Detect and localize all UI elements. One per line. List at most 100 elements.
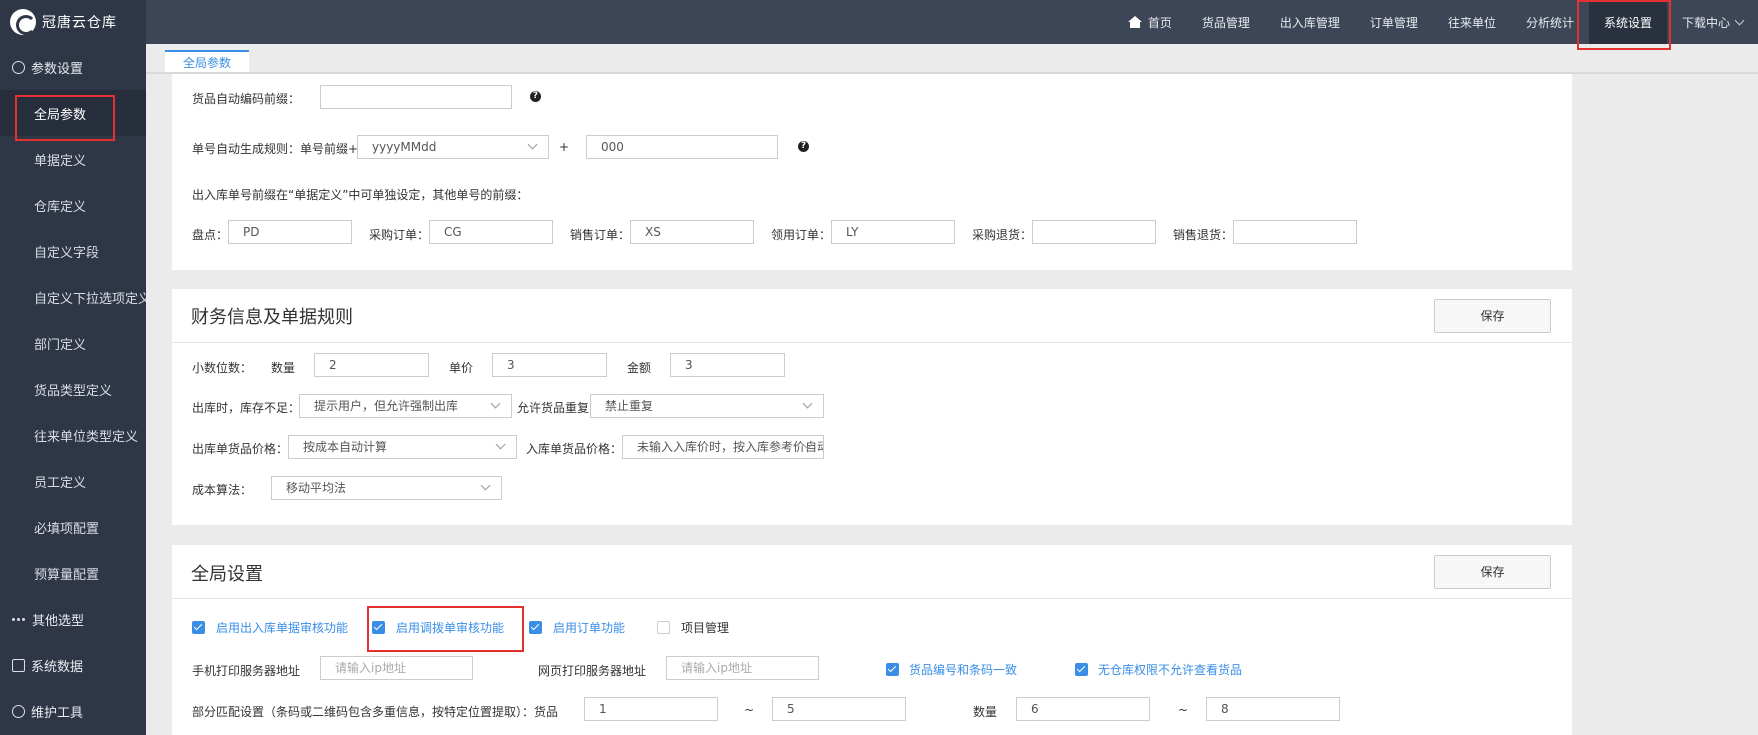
sidebar-group-other[interactable]: 其他选型	[0, 596, 146, 642]
tab-bar: 全局参数	[165, 50, 250, 72]
out-price-select[interactable]: 按成本自动计算	[288, 435, 517, 459]
prefix-panel: 货品自动编码前缀： ? 单号自动生成规则：单号前缀+ yyyyMMdd + 00…	[172, 74, 1572, 270]
logo[interactable]: 冠唐云仓库	[0, 0, 146, 44]
qty-decimals-label: 数量	[271, 361, 296, 375]
help-icon[interactable]: ?	[798, 141, 809, 152]
qty-to-input[interactable]: 8	[1206, 697, 1340, 721]
home-icon	[1127, 16, 1142, 28]
nav-home-label: 首页	[1147, 15, 1172, 30]
mobile-print-input[interactable]: 请输入ip地址	[320, 656, 473, 680]
cost-method-value: 移动平均法	[286, 481, 347, 495]
highlight-frame-transfer-audit	[367, 606, 524, 652]
sidebar-item-dept-def[interactable]: 部门定义	[0, 320, 146, 366]
divider	[172, 342, 1572, 343]
nav-inout[interactable]: 出入库管理	[1265, 0, 1355, 44]
rule-label: 单号自动生成规则：单号前缀+	[192, 142, 359, 156]
purchase-return-input[interactable]	[1032, 220, 1156, 244]
global-save-button[interactable]: 保存	[1434, 555, 1551, 589]
tilde: ~	[744, 703, 755, 717]
checkbox-inout-audit[interactable]	[192, 621, 205, 634]
chevron-down-icon	[1734, 15, 1745, 25]
sales-order-input[interactable]: XS	[630, 220, 754, 244]
sidebar: 参数设置 全局参数 单据定义 仓库定义 自定义字段 自定义下拉选项定义 部门定义…	[0, 44, 146, 735]
stocktake-input[interactable]: PD	[228, 220, 352, 244]
sidebar-group-label: 其他选型	[32, 613, 85, 629]
sidebar-item-custom-dropdown[interactable]: 自定义下拉选项定义	[0, 274, 146, 320]
nav-download[interactable]: 下载中心	[1667, 0, 1758, 44]
purchase-order-label: 采购订单：	[369, 228, 430, 242]
in-price-select[interactable]: 未输入入库价时，按入库参考价自动	[622, 435, 824, 459]
code-barcode-same-label[interactable]: 货品编号和条码一致	[909, 661, 1017, 678]
stock-short-select[interactable]: 提示用户，但允许强制出库	[299, 394, 512, 418]
auto-code-input[interactable]	[320, 85, 512, 109]
help-icon[interactable]: ?	[530, 91, 541, 102]
nav-orders[interactable]: 订单管理	[1355, 0, 1433, 44]
logo-icon	[10, 9, 36, 35]
highlight-frame-sidebar	[15, 95, 115, 141]
sidebar-item-goods-type[interactable]: 货品类型定义	[0, 366, 146, 412]
auto-code-label: 货品自动编码前缀：	[192, 92, 301, 106]
nav-partners[interactable]: 往来单位	[1433, 0, 1511, 44]
web-print-input[interactable]: 请输入ip地址	[666, 656, 819, 680]
in-price-value: 未输入入库价时，按入库参考价自动	[637, 440, 824, 454]
qty-from-input[interactable]: 6	[1016, 697, 1150, 721]
chevron-down-icon	[527, 139, 538, 150]
requisition-order-input[interactable]: LY	[831, 220, 955, 244]
sidebar-item-required-config[interactable]: 必填项配置	[0, 504, 146, 550]
top-navbar: 冠唐云仓库 首页 货品管理 出入库管理 订单管理 往来单位 分析统计 系统设置 …	[0, 0, 1758, 44]
goods-from-input[interactable]: 1	[584, 697, 718, 721]
web-print-label: 网页打印服务器地址	[538, 664, 647, 678]
duplicate-label: 允许货品重复：	[517, 401, 602, 415]
price-decimals-input[interactable]: 3	[492, 353, 607, 377]
sidebar-item-custom-field[interactable]: 自定义字段	[0, 228, 146, 274]
finance-save-button[interactable]: 保存	[1434, 299, 1551, 333]
amount-decimals-input[interactable]: 3	[670, 353, 785, 377]
project-mgmt-label[interactable]: 项目管理	[681, 619, 729, 636]
sidebar-item-partner-type[interactable]: 往来单位类型定义	[0, 412, 146, 458]
duplicate-value: 禁止重复	[605, 399, 654, 413]
chevron-down-icon	[490, 398, 501, 409]
out-price-label: 出库单货品价格：	[192, 442, 289, 456]
global-panel-title: 全局设置	[191, 564, 263, 585]
rule-suffix-input[interactable]: 000	[586, 135, 778, 159]
amount-decimals-label: 金额	[627, 361, 652, 375]
nav-download-label: 下载中心	[1681, 15, 1730, 30]
sidebar-item-budget-config[interactable]: 预算量配置	[0, 550, 146, 596]
stock-short-label: 出库时，库存不足：	[192, 401, 301, 415]
sidebar-group-label: 参数设置	[31, 61, 84, 77]
checkbox-project-mgmt[interactable]	[657, 621, 670, 634]
in-price-label: 入库单货品价格：	[526, 442, 623, 456]
decimals-label: 小数位数：	[192, 361, 253, 375]
sidebar-group-sysdata[interactable]: 系统数据	[0, 642, 146, 688]
price-decimals-label: 单价	[449, 361, 474, 375]
checkbox-warehouse-perm[interactable]	[1075, 663, 1088, 676]
sidebar-item-staff-def[interactable]: 员工定义	[0, 458, 146, 504]
inout-audit-label[interactable]: 启用出入库单据审核功能	[216, 619, 348, 636]
partial-match-label: 部分匹配设置（条码或二维码包含多重信息，按特定位置提取）：货品	[192, 705, 559, 719]
purchase-return-label: 采购退货：	[972, 228, 1033, 242]
rule-format-select[interactable]: yyyyMMdd	[357, 135, 549, 159]
warehouse-perm-label[interactable]: 无仓库权限不允许查看货品	[1098, 661, 1242, 678]
goods-to-input[interactable]: 5	[772, 697, 906, 721]
qty-decimals-input[interactable]: 2	[314, 353, 429, 377]
sales-return-input[interactable]	[1233, 220, 1357, 244]
chevron-down-icon	[495, 439, 506, 450]
checkbox-code-barcode-same[interactable]	[886, 663, 899, 676]
requisition-order-label: 领用订单：	[771, 228, 832, 242]
prefix-note: 出入库单号前缀在“单据定义”中可单独设定，其他单号的前缀：	[192, 188, 529, 202]
cost-method-select[interactable]: 移动平均法	[271, 476, 502, 500]
stock-short-value: 提示用户，但允许强制出库	[314, 399, 459, 413]
tab-global-params[interactable]: 全局参数	[165, 50, 250, 72]
purchase-order-input[interactable]: CG	[429, 220, 553, 244]
more-icon	[12, 613, 26, 626]
sidebar-item-warehouse-def[interactable]: 仓库定义	[0, 182, 146, 228]
sidebar-item-doc-def[interactable]: 单据定义	[0, 136, 146, 182]
sidebar-group-label: 系统数据	[31, 659, 84, 675]
nav-home[interactable]: 首页	[1113, 0, 1187, 44]
sidebar-group-params[interactable]: 参数设置	[0, 44, 146, 90]
nav-goods[interactable]: 货品管理	[1187, 0, 1265, 44]
sidebar-group-maintenance[interactable]: 维护工具	[0, 688, 146, 734]
checkbox-order-feature[interactable]	[529, 621, 542, 634]
duplicate-select[interactable]: 禁止重复	[590, 394, 824, 418]
order-feature-label[interactable]: 启用订单功能	[553, 619, 625, 636]
